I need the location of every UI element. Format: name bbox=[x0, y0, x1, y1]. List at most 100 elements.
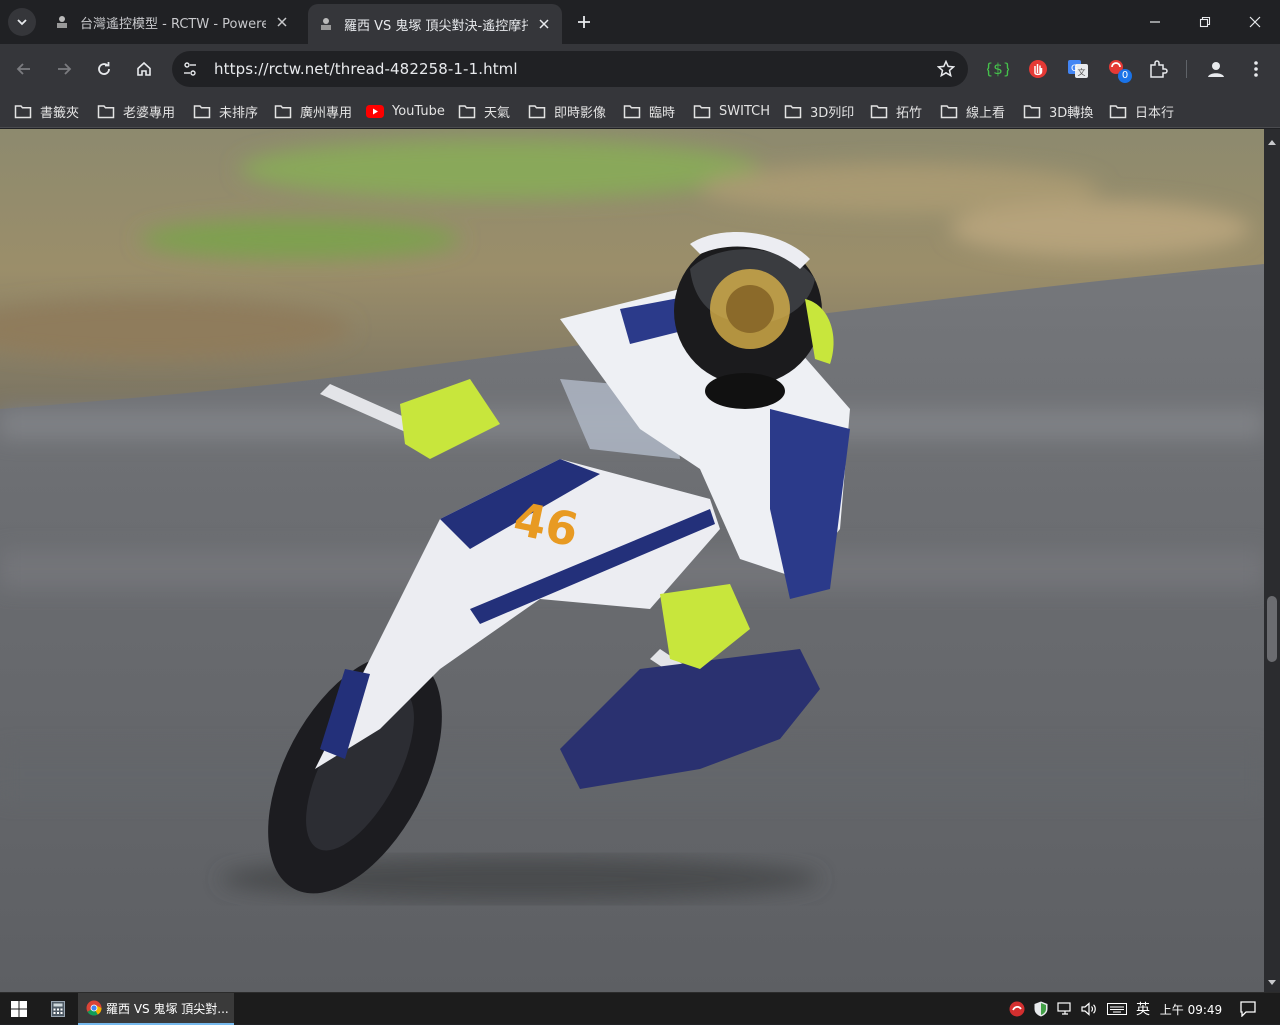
windows-logo-icon bbox=[11, 1001, 27, 1017]
bookmark-item[interactable]: 臨時 bbox=[623, 100, 675, 122]
action-center-button[interactable] bbox=[1236, 993, 1260, 1025]
google-translate-icon: G文 bbox=[1068, 60, 1088, 78]
bookmark-label: 天氣 bbox=[484, 105, 511, 121]
bookmark-label: 3D列印 bbox=[810, 105, 855, 121]
taskbar-chrome-window[interactable]: 羅西 VS 鬼塚 頂尖對... bbox=[78, 993, 234, 1025]
plus-icon bbox=[578, 16, 590, 28]
bookmark-label: 未排序 bbox=[219, 105, 259, 121]
scroll-down-icon[interactable] bbox=[1268, 980, 1276, 986]
tray-keyboard-icon[interactable] bbox=[1104, 993, 1130, 1025]
bookmark-star-button[interactable] bbox=[934, 57, 958, 81]
bookmark-label: 3D轉換 bbox=[1049, 105, 1094, 121]
url-text[interactable]: https://rctw.net/thread-482258-1-1.html bbox=[214, 60, 518, 78]
bookmark-item[interactable]: YouTube bbox=[366, 100, 445, 122]
tab-thread-active[interactable]: 羅西 VS 鬼塚 頂尖對決-遙控摩托車 bbox=[308, 4, 562, 44]
bookmark-label: YouTube bbox=[392, 103, 445, 119]
folder-icon bbox=[528, 104, 546, 118]
tab-strip: 台灣遙控模型 - RCTW - Powered 羅西 VS 鬼塚 頂尖對決-遙控… bbox=[0, 0, 1280, 44]
back-button[interactable] bbox=[8, 53, 40, 85]
puzzle-icon bbox=[1150, 60, 1168, 78]
bookmark-item[interactable]: 未排序 bbox=[193, 100, 258, 122]
folder-icon bbox=[693, 104, 711, 118]
person-icon bbox=[1208, 62, 1224, 77]
bookmark-item[interactable]: 拓竹 bbox=[870, 100, 922, 122]
tab-title: 台灣遙控模型 - RCTW - Powered bbox=[80, 16, 266, 32]
tab-rctw-home[interactable]: 台灣遙控模型 - RCTW - Powered bbox=[44, 4, 300, 40]
tray-volume-icon[interactable] bbox=[1078, 993, 1100, 1025]
restore-button[interactable] bbox=[1180, 0, 1230, 44]
folder-icon bbox=[870, 104, 888, 118]
windows-taskbar: 羅西 VS 鬼塚 頂尖對... 英 上午 09:49 bbox=[0, 992, 1280, 1025]
home-icon bbox=[137, 61, 151, 76]
close-icon[interactable] bbox=[274, 14, 290, 30]
chrome-icon bbox=[86, 1000, 102, 1016]
bookmark-label: 書籤夾 bbox=[40, 105, 80, 121]
bookmark-label: 臨時 bbox=[649, 105, 676, 121]
bookmark-item[interactable]: SWITCH bbox=[693, 100, 770, 122]
bookmark-item[interactable]: 3D列印 bbox=[784, 100, 854, 122]
extension-hand-button[interactable] bbox=[1026, 57, 1050, 81]
tab-title: 羅西 VS 鬼塚 頂尖對決-遙控摩托車 bbox=[344, 18, 528, 34]
address-bar[interactable]: https://rctw.net/thread-482258-1-1.html bbox=[172, 51, 968, 87]
close-icon[interactable] bbox=[536, 16, 552, 32]
folder-icon bbox=[14, 104, 32, 118]
tray-security-shield-icon[interactable] bbox=[1030, 993, 1052, 1025]
tray-clock[interactable]: 上午 09:49 bbox=[1158, 993, 1224, 1025]
scrollbar-thumb[interactable] bbox=[1267, 596, 1277, 662]
close-icon bbox=[1249, 16, 1261, 28]
bookmark-label: 日本行 bbox=[1135, 105, 1175, 121]
reload-button[interactable] bbox=[88, 53, 120, 85]
bookmark-label: 線上看 bbox=[966, 105, 1006, 121]
tab-search-button[interactable] bbox=[8, 8, 36, 36]
hand-stop-icon bbox=[1029, 60, 1047, 78]
bookmark-item[interactable]: 廣州專用 bbox=[274, 100, 352, 122]
kebab-menu-icon bbox=[1254, 61, 1258, 77]
bookmark-label: 老婆專用 bbox=[123, 105, 176, 121]
extension-translate-button[interactable]: G文 bbox=[1066, 57, 1090, 81]
site-info-button[interactable] bbox=[176, 55, 204, 83]
bookmark-item[interactable]: 即時影像 bbox=[528, 100, 606, 122]
bookmark-item[interactable]: 老婆專用 bbox=[97, 100, 175, 122]
minimize-button[interactable] bbox=[1130, 0, 1180, 44]
bookmarks-bar: 書籤夾 老婆專用 未排序 廣州專用 YouTube 天氣 即時影像 臨時 SWITCH 3D列印 拓… bbox=[0, 94, 1280, 128]
bookmark-item[interactable]: 天氣 bbox=[458, 100, 510, 122]
notification-icon bbox=[1240, 1001, 1256, 1017]
extension-badge-button[interactable]: 0 bbox=[1106, 57, 1132, 83]
extensions-menu-button[interactable] bbox=[1146, 57, 1170, 81]
profile-button[interactable] bbox=[1204, 57, 1228, 81]
calculator-icon bbox=[51, 1001, 65, 1017]
extension-badge-count: 0 bbox=[1118, 69, 1132, 83]
tray-ime-indicator[interactable]: 英 bbox=[1132, 993, 1154, 1025]
tune-icon bbox=[184, 62, 196, 76]
tray-network-icon[interactable] bbox=[1054, 993, 1076, 1025]
bookmark-item[interactable]: 書籤夾 bbox=[14, 100, 79, 122]
toolbar-divider bbox=[1186, 60, 1187, 78]
taskbar-calculator-button[interactable] bbox=[42, 993, 74, 1025]
new-tab-button[interactable] bbox=[570, 8, 598, 36]
scroll-up-icon[interactable] bbox=[1268, 139, 1276, 145]
bookmark-item[interactable]: 3D轉換 bbox=[1023, 100, 1093, 122]
folder-icon bbox=[97, 104, 115, 118]
close-window-button[interactable] bbox=[1230, 0, 1280, 44]
arrow-left-icon bbox=[16, 63, 30, 75]
page-scrollbar[interactable] bbox=[1264, 129, 1280, 992]
folder-icon bbox=[623, 104, 641, 118]
page-content: 46 bbox=[0, 129, 1264, 992]
home-button[interactable] bbox=[128, 53, 160, 85]
browser-toolbar: https://rctw.net/thread-482258-1-1.html … bbox=[0, 44, 1280, 94]
start-button[interactable] bbox=[0, 993, 38, 1025]
svg-text:文: 文 bbox=[1078, 67, 1086, 77]
tray-antivirus-icon[interactable] bbox=[1006, 993, 1028, 1025]
forward-button[interactable] bbox=[48, 53, 80, 85]
bookmark-item[interactable]: 線上看 bbox=[940, 100, 1005, 122]
bookmark-label: 廣州專用 bbox=[300, 105, 353, 121]
star-icon bbox=[937, 60, 955, 78]
bookmark-label: 即時影像 bbox=[554, 105, 607, 121]
chrome-menu-button[interactable] bbox=[1244, 57, 1268, 81]
bookmark-item[interactable]: 日本行 bbox=[1109, 100, 1174, 122]
folder-icon bbox=[1109, 104, 1127, 118]
bookmark-label: SWITCH bbox=[719, 103, 770, 119]
extension-money-button[interactable]: {$} bbox=[986, 57, 1010, 81]
rctw-favicon-icon bbox=[321, 18, 331, 30]
motorcycle-racing-photo: 46 bbox=[0, 129, 1264, 992]
